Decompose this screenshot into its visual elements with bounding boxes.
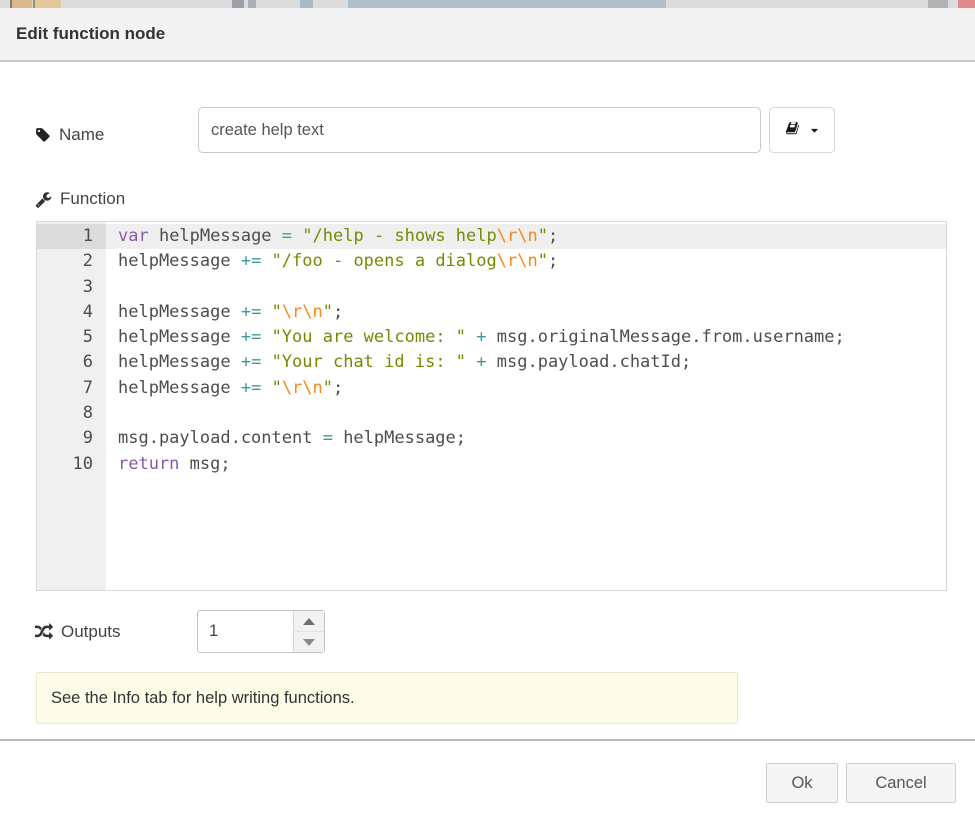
outputs-label-text: Outputs (61, 622, 121, 642)
cancel-button[interactable]: Cancel (846, 763, 956, 803)
backdrop-node (248, 0, 256, 8)
caret-down-icon (809, 125, 820, 136)
code-line (118, 401, 946, 426)
gutter-line-number: 6 (37, 350, 106, 375)
tag-icon (35, 127, 51, 143)
backdrop-node (232, 0, 244, 8)
arrow-up-icon (303, 618, 315, 625)
wrench-icon (35, 191, 52, 208)
outputs-value[interactable]: 1 (209, 611, 218, 652)
outputs-label: Outputs (35, 616, 121, 648)
form-tip-text: See the Info tab for help writing functi… (51, 673, 737, 723)
name-label: Name (35, 112, 104, 158)
outputs-spinner[interactable]: 1 (197, 610, 325, 653)
backdrop-node (33, 0, 61, 8)
edit-function-node-dialog: Edit function node Name Function 1234567… (0, 8, 975, 815)
gutter-line-number: 10 (37, 452, 106, 477)
backdrop-node (928, 0, 948, 8)
shuffle-icon (35, 623, 53, 641)
ok-button[interactable]: Ok (766, 763, 838, 803)
code-line (118, 275, 946, 300)
code-line: helpMessage += "You are welcome: " + msg… (118, 325, 946, 350)
gutter-line-number: 1 (37, 224, 106, 249)
backdrop-node (300, 0, 313, 8)
code-line: helpMessage += "\r\n"; (118, 376, 946, 401)
form-tip: See the Info tab for help writing functi… (36, 672, 738, 724)
function-label-text: Function (60, 189, 125, 209)
code-line: msg.payload.content = helpMessage; (118, 426, 946, 451)
code-line: helpMessage += "/foo - opens a dialog\r\… (118, 249, 946, 274)
code-line: helpMessage += "\r\n"; (118, 300, 946, 325)
spinner-down-button[interactable] (294, 632, 324, 652)
book-icon (785, 121, 803, 139)
gutter-line-number: 9 (37, 426, 106, 451)
gutter-line-number: 2 (37, 249, 106, 274)
editor-code[interactable]: var helpMessage = "/help - shows help\r\… (106, 222, 946, 590)
canvas-backdrop (0, 0, 975, 8)
name-label-text: Name (59, 125, 104, 145)
footer-divider (0, 739, 975, 741)
library-button[interactable] (769, 107, 835, 153)
gutter-line-number: 4 (37, 300, 106, 325)
backdrop-node (10, 0, 32, 8)
code-line: var helpMessage = "/help - shows help\r\… (106, 224, 946, 249)
gutter-line-number: 8 (37, 401, 106, 426)
editor-gutter: 12345678910 (37, 222, 106, 590)
dialog-title: Edit function node (16, 8, 165, 60)
name-input[interactable] (198, 107, 761, 153)
code-line: helpMessage += "Your chat id is: " + msg… (118, 350, 946, 375)
spinner-buttons (293, 611, 324, 652)
function-label: Function (35, 184, 125, 214)
code-line: return msg; (118, 452, 946, 477)
arrow-down-icon (303, 639, 315, 646)
code-editor[interactable]: 12345678910 var helpMessage = "/help - s… (36, 221, 947, 591)
dialog-titlebar: Edit function node (0, 8, 975, 62)
gutter-line-number: 7 (37, 376, 106, 401)
spinner-up-button[interactable] (294, 611, 324, 632)
backdrop-bar (348, 0, 666, 8)
backdrop-node (958, 0, 975, 8)
gutter-line-number: 5 (37, 325, 106, 350)
gutter-line-number: 3 (37, 275, 106, 300)
